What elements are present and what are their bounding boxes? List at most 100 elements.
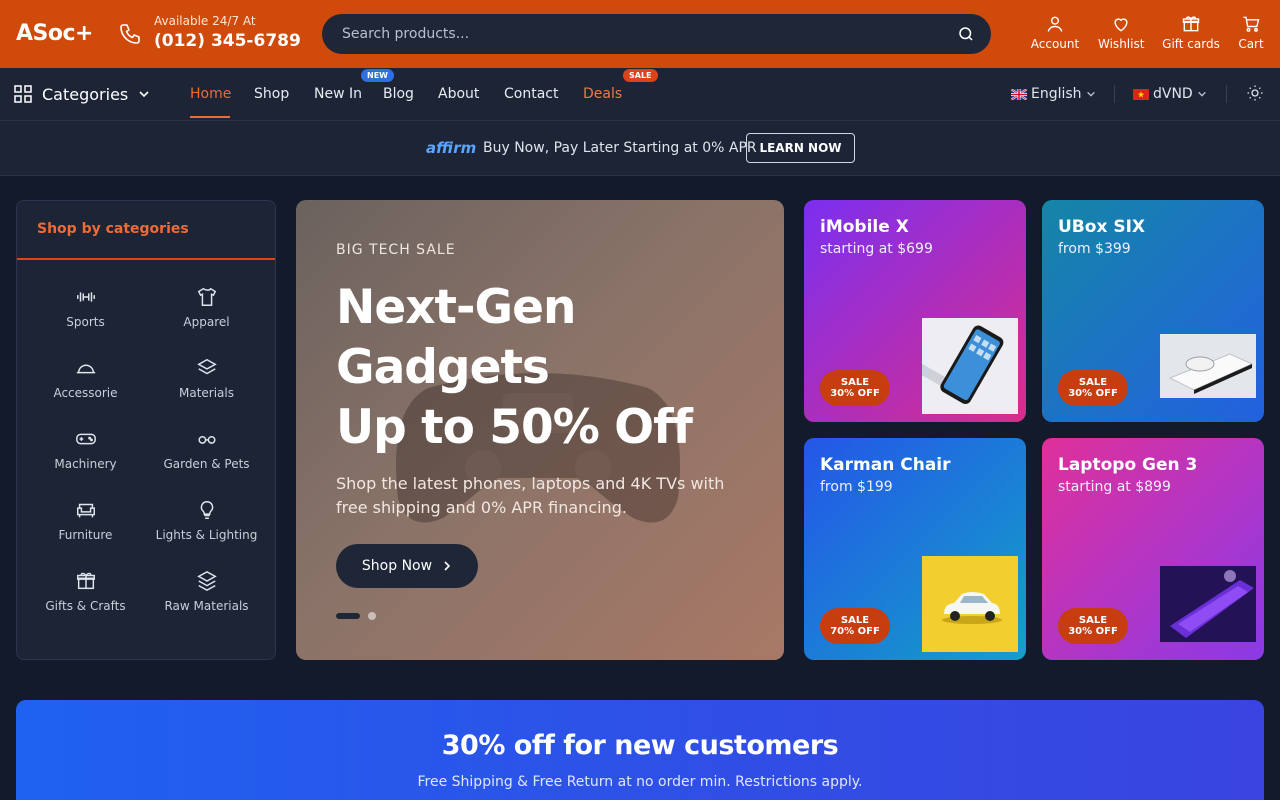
laptop-product-image <box>1160 566 1256 642</box>
gift-cards-button[interactable]: Gift cards <box>1162 14 1220 51</box>
hero-title-line: Next-Gen <box>336 280 576 335</box>
nav-contact[interactable]: Contact <box>504 86 558 102</box>
gamepad-icon <box>75 433 96 445</box>
new-customer-banner: 30% off for new customers Free Shipping … <box>16 700 1264 800</box>
category-lights-lighting[interactable]: Lights & Lighting <box>146 499 267 542</box>
category-gifts-crafts[interactable]: Gifts & Crafts <box>25 570 146 613</box>
category-label: Materials <box>178 386 234 400</box>
promo-card-laptopo-gen-3[interactable]: Laptopo Gen 3 starting at $899 SALE 30% … <box>1042 438 1264 660</box>
console-product-image <box>1160 334 1256 398</box>
phone-number[interactable]: (012) 345-6789 <box>154 31 301 51</box>
top-header: ASoc+ Available 24/7 At (012) 345-6789 A… <box>0 0 1280 68</box>
nav-new-in[interactable]: New In <box>314 86 362 102</box>
sale-badge: SALE <box>623 69 658 82</box>
hero-title-line: Gadgets <box>336 340 550 395</box>
new-badge: NEW <box>361 69 394 82</box>
chevron-right-icon <box>444 561 451 571</box>
shirt-icon <box>197 287 216 306</box>
sale-label: SALE <box>1078 615 1108 626</box>
phone-illustration <box>922 325 1004 404</box>
categories-label: Categories <box>42 84 129 104</box>
bulb-icon <box>200 501 213 519</box>
category-label: Lights & Lighting <box>155 528 258 542</box>
nav-deals[interactable]: Deals <box>583 86 622 102</box>
grid-icon <box>14 85 32 103</box>
financing-strip: affirm Buy Now, Pay Later Starting at 0%… <box>0 121 1280 176</box>
title-underline <box>17 258 275 260</box>
promo-card-karman-chair[interactable]: Karman Chair from $199 SALE 70% OFF <box>804 438 1026 660</box>
car-product-image <box>922 556 1018 652</box>
carousel-dot-active[interactable] <box>336 613 360 619</box>
category-sports[interactable]: Sports <box>25 286 146 329</box>
gift-icon <box>76 572 95 590</box>
promo-card-ubox-six[interactable]: UBox SIX from $399 SALE 30% OFF <box>1042 200 1264 422</box>
search-icon[interactable] <box>957 25 975 43</box>
category-accessorie[interactable]: Accessorie <box>25 357 146 400</box>
main-navigation: Categories Home Shop New In NEW Blog Abo… <box>0 68 1280 121</box>
category-apparel[interactable]: Apparel <box>146 286 267 329</box>
site-logo[interactable]: ASoc+ <box>16 21 93 46</box>
category-label: Furniture <box>58 528 113 542</box>
categories-panel-title: Shop by categories <box>37 221 189 237</box>
theme-toggle-sun-icon[interactable] <box>1246 84 1264 102</box>
wishlist-label: Wishlist <box>1098 37 1145 51</box>
category-machinery[interactable]: Machinery <box>25 428 146 471</box>
glasses-icon <box>197 435 216 444</box>
account-label: Account <box>1030 37 1080 51</box>
carousel-dot[interactable] <box>368 612 376 620</box>
category-label: Accessorie <box>53 386 118 400</box>
nav-home[interactable]: Home <box>190 86 231 102</box>
nav-about[interactable]: About <box>438 86 479 102</box>
promo-title: Karman Chair <box>820 455 951 475</box>
currency-selector[interactable]: dVND <box>1133 86 1207 102</box>
uk-flag-icon <box>1011 88 1027 100</box>
nav-shop[interactable]: Shop <box>254 86 289 102</box>
promo-price: starting at $699 <box>820 241 933 257</box>
hero-description: Shop the latest phones, laptops and 4K T… <box>336 474 725 517</box>
hero-banner: BIG TECH SALE Next-Gen Gadgets Up to 50%… <box>296 200 784 660</box>
sale-badge: SALE 30% OFF <box>1058 370 1128 406</box>
category-furniture[interactable]: Furniture <box>25 499 146 542</box>
account-button[interactable]: Account <box>1030 14 1080 51</box>
category-label: Apparel <box>183 315 230 329</box>
cart-button[interactable]: Cart <box>1236 14 1266 51</box>
banner-title: 30% off for new customers <box>441 730 839 761</box>
search-input[interactable] <box>342 14 942 54</box>
sale-label: SALE <box>1078 377 1108 388</box>
divider <box>1114 85 1115 103</box>
phone-icon <box>120 24 140 44</box>
sale-badge: SALE 30% OFF <box>820 370 890 406</box>
category-label: Garden & Pets <box>163 457 250 471</box>
gift-icon <box>1182 16 1200 32</box>
financing-text: Buy Now, Pay Later Starting at 0% APR <box>483 140 757 156</box>
user-icon <box>1047 16 1063 32</box>
sale-label: SALE <box>840 615 870 626</box>
wishlist-button[interactable]: Wishlist <box>1098 14 1144 51</box>
promo-price: from $399 <box>1058 241 1131 257</box>
cart-label: Cart <box>1238 37 1264 51</box>
sale-badge: SALE 30% OFF <box>1058 608 1128 644</box>
promo-title: Laptopo Gen 3 <box>1058 455 1198 475</box>
category-materials[interactable]: Materials <box>146 357 267 400</box>
language-label: English <box>1031 86 1082 102</box>
armchair-icon <box>76 503 95 518</box>
category-garden-pets[interactable]: Garden & Pets <box>146 428 267 471</box>
currency-label: dVND <box>1153 86 1193 102</box>
promo-card-imobile-x[interactable]: iMobile X starting at $699 SALE 30% OFF <box>804 200 1026 422</box>
nav-blog[interactable]: Blog <box>383 86 414 102</box>
discount-label: 30% OFF <box>1068 388 1118 399</box>
categories-menu-button[interactable]: Categories <box>14 82 150 106</box>
language-selector[interactable]: English <box>1011 86 1096 102</box>
vietnam-flag-icon <box>1133 88 1149 100</box>
hero-kicker: BIG TECH SALE <box>336 242 456 258</box>
category-label: Raw Materials <box>164 599 249 613</box>
learn-now-button[interactable]: LEARN NOW <box>746 133 855 163</box>
shop-now-button[interactable]: Shop Now <box>336 544 478 588</box>
category-label: Machinery <box>54 457 117 471</box>
hero-title-line: Up to 50% Off <box>336 400 693 455</box>
discount-label: 30% OFF <box>830 388 880 399</box>
search-bar <box>322 14 991 54</box>
toy-car-illustration <box>942 592 1002 624</box>
sale-badge: SALE 70% OFF <box>820 608 890 644</box>
category-raw-materials[interactable]: Raw Materials <box>146 570 267 613</box>
